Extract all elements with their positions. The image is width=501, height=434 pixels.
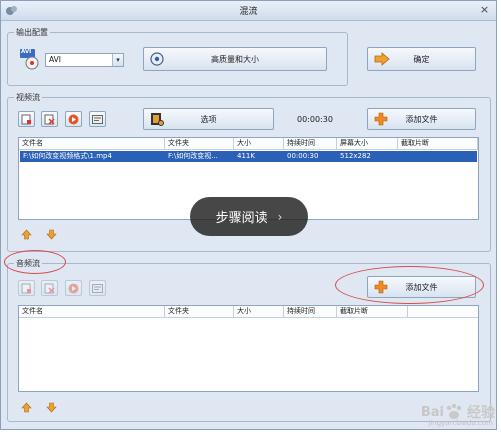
close-button[interactable]: × xyxy=(477,3,492,18)
avi-badge-text: AVI xyxy=(21,49,32,55)
play-icon xyxy=(68,283,79,293)
step-reading-text: 步骤阅读 xyxy=(215,211,268,226)
col-folder[interactable]: 文件夹 xyxy=(165,306,234,317)
title-bar: 混流 × xyxy=(1,1,496,21)
arrow-right-icon xyxy=(374,52,390,66)
app-icon xyxy=(6,6,17,15)
play-audio-button[interactable] xyxy=(65,280,82,296)
add-audio-icon-button[interactable] xyxy=(18,280,35,296)
new-file-icon xyxy=(21,283,31,293)
quality-size-button[interactable]: 高质量和大小 xyxy=(143,47,327,71)
quality-size-label: 高质量和大小 xyxy=(211,54,259,64)
add-video-icon-button[interactable] xyxy=(18,111,35,127)
output-config-label: 输出配置 xyxy=(14,27,50,38)
format-select-value: AVI xyxy=(49,55,61,64)
row-duration: 00:00:30 xyxy=(287,152,319,160)
step-reading-overlay[interactable]: 步骤阅读 › xyxy=(190,197,308,236)
options-button[interactable]: 选项 xyxy=(143,108,274,130)
annotation-ellipse-audio-label xyxy=(4,250,66,274)
delete-file-icon xyxy=(44,114,55,124)
col-empty xyxy=(408,306,478,317)
col-clip[interactable]: 截取片断 xyxy=(398,138,478,149)
row-filename: F:\如何改变视频格式\1.mp4 xyxy=(23,152,112,160)
info-panel-icon xyxy=(92,283,103,293)
video-table-header: 文件名 文件夹 大小 持续时间 屏幕大小 截取片断 xyxy=(19,138,478,150)
col-size[interactable]: 大小 xyxy=(234,138,284,149)
move-down-icon[interactable] xyxy=(46,402,57,413)
col-filename[interactable]: 文件名 xyxy=(19,138,165,149)
move-up-icon[interactable] xyxy=(21,229,32,240)
col-screen-size[interactable]: 屏幕大小 xyxy=(337,138,398,149)
add-video-file-label: 添加文件 xyxy=(405,114,438,124)
move-down-icon[interactable] xyxy=(46,229,57,240)
audio-table-header: 文件名 文件夹 大小 持续时间 截取片断 xyxy=(19,306,478,318)
window-title: 混流 xyxy=(239,7,258,17)
delete-file-icon xyxy=(44,283,55,293)
info-panel-icon xyxy=(92,114,103,124)
video-time-display: 00:00:30 xyxy=(297,115,333,124)
annotation-ellipse-add-audio xyxy=(335,266,484,304)
col-folder[interactable]: 文件夹 xyxy=(165,138,234,149)
settings-dial-icon xyxy=(150,52,164,66)
move-up-icon[interactable] xyxy=(21,402,32,413)
col-clip[interactable]: 截取片断 xyxy=(337,306,408,317)
plus-icon xyxy=(374,112,388,126)
film-icon xyxy=(151,113,164,126)
avi-format-icon: AVI xyxy=(19,48,41,70)
row-folder: F:\如何改变视... xyxy=(168,152,218,160)
format-select[interactable]: AVI ▾ xyxy=(45,53,124,67)
play-video-button[interactable] xyxy=(65,111,82,127)
remove-video-button[interactable] xyxy=(41,111,58,127)
col-duration[interactable]: 持续时间 xyxy=(284,306,337,317)
confirm-label: 确定 xyxy=(413,54,430,64)
new-file-icon xyxy=(21,114,31,124)
chevron-down-icon[interactable]: ▾ xyxy=(112,54,123,66)
options-label: 选项 xyxy=(200,114,217,124)
col-filename[interactable]: 文件名 xyxy=(19,306,165,317)
table-row[interactable]: F:\如何改变视频格式\1.mp4 F:\如何改变视... 411K 00:00… xyxy=(20,151,477,162)
audio-file-table[interactable]: 文件名 文件夹 大小 持续时间 截取片断 xyxy=(18,305,479,392)
confirm-button[interactable]: 确定 xyxy=(367,47,476,71)
add-video-file-button[interactable]: 添加文件 xyxy=(367,108,476,130)
row-size: 411K xyxy=(237,152,255,160)
row-screen-size: 512x282 xyxy=(340,152,371,160)
watermark-url: jingyan.baidu.com xyxy=(428,419,493,427)
video-info-button[interactable] xyxy=(89,111,106,127)
video-stream-label: 视频流 xyxy=(14,92,42,103)
remove-audio-button[interactable] xyxy=(41,280,58,296)
chevron-right-icon: › xyxy=(277,209,283,224)
play-icon xyxy=(68,114,79,124)
audio-info-button[interactable] xyxy=(89,280,106,296)
col-duration[interactable]: 持续时间 xyxy=(284,138,337,149)
baidu-watermark: Bai 经验 jingyan.baidu.com xyxy=(420,402,495,427)
row-clip xyxy=(398,151,477,162)
watermark-brand: Bai xyxy=(420,404,444,420)
col-size[interactable]: 大小 xyxy=(234,306,284,317)
